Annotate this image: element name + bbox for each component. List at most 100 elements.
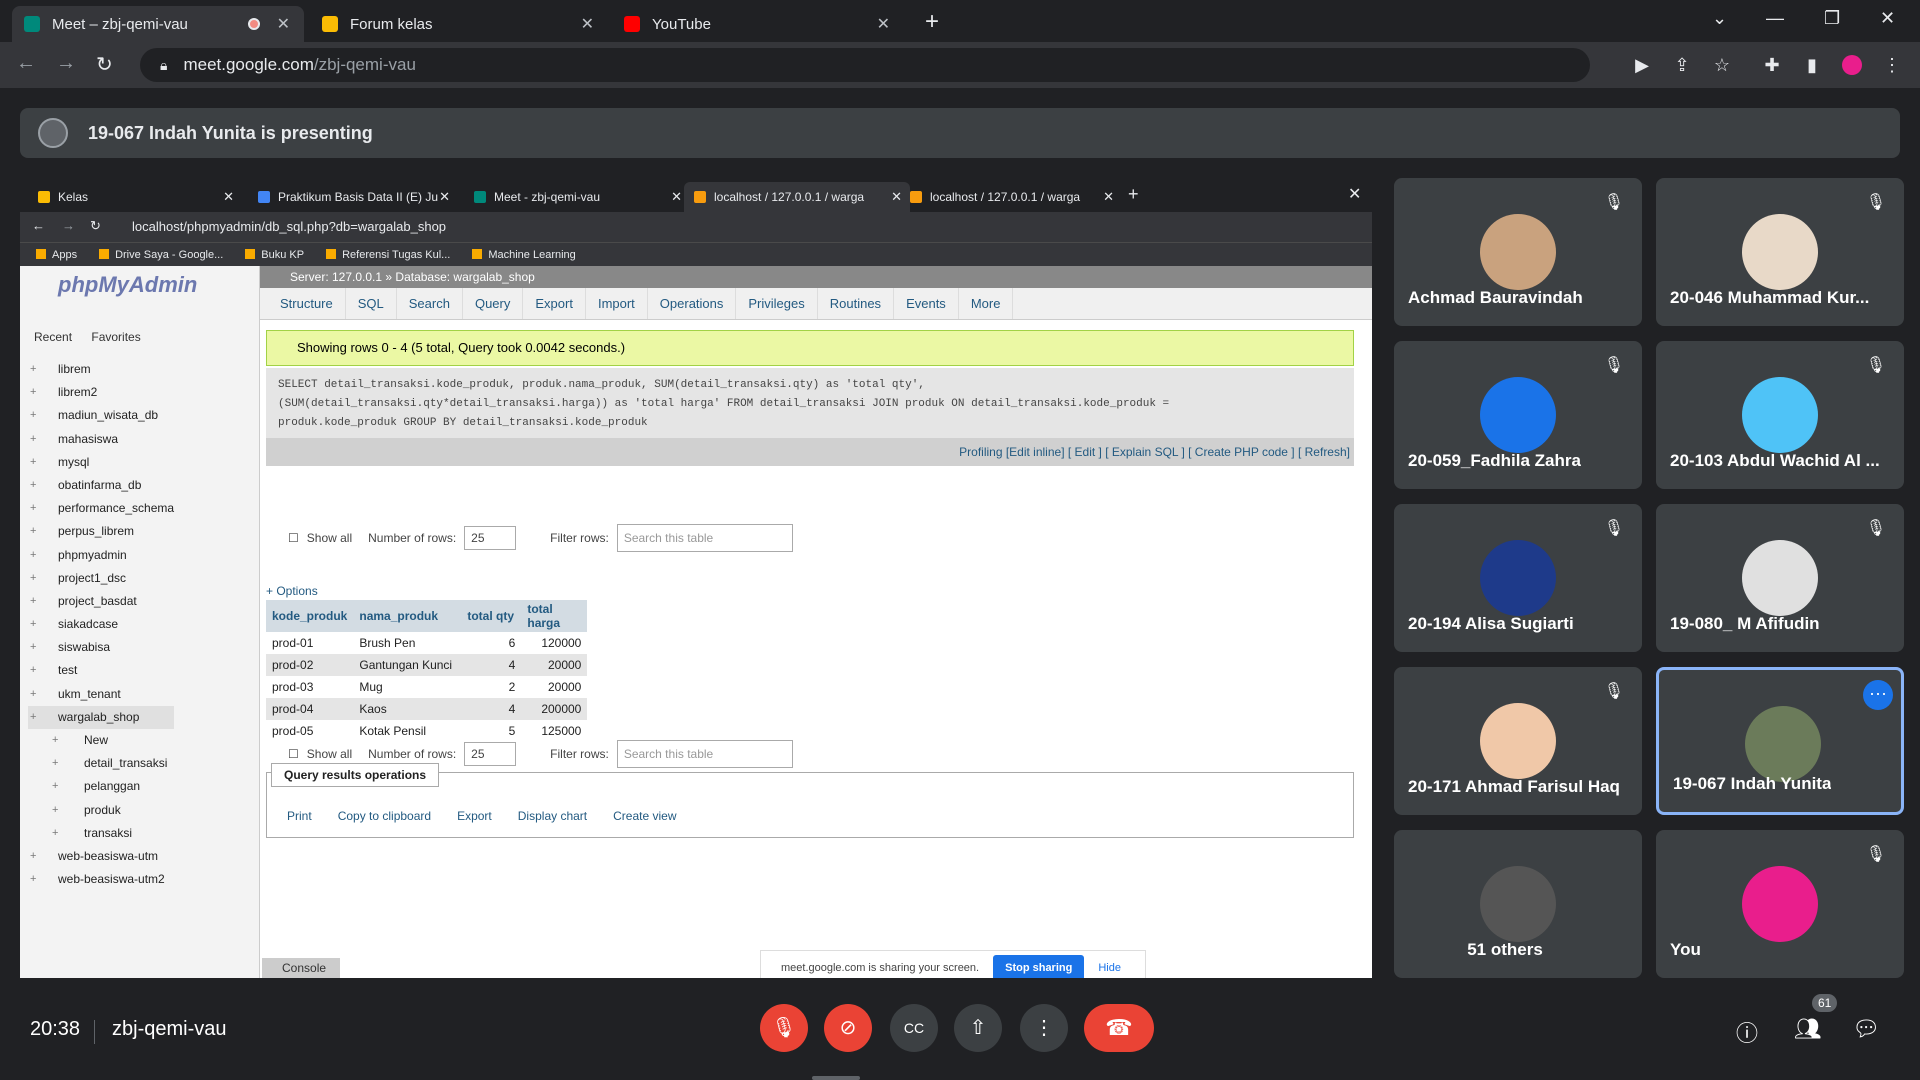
participant-tile[interactable]: 20-171 Ahmad Farisul Haq 🎙︎ bbox=[1394, 667, 1642, 815]
participant-tile[interactable]: 20-103 Abdul Wachid Al ... 🎙︎ bbox=[1656, 341, 1904, 489]
breadcrumb: Server: 127.0.0.1 » Database: wargalab_s… bbox=[260, 266, 1372, 288]
presenting-text: 19-067 Indah Yunita is presenting bbox=[88, 122, 373, 143]
captions-button[interactable]: CC bbox=[890, 1004, 938, 1052]
shared-addressbar: ← → ↻ localhost/phpmyadmin/db_sql.php?db… bbox=[20, 212, 1372, 242]
present-button[interactable]: ⇧ bbox=[954, 1004, 1002, 1052]
table-header: kode_produk nama_produk total qty total har… bbox=[266, 600, 588, 632]
table-body: prod-01 Brush Pen 6 120000 prod-02 Gantungan … bbox=[266, 632, 588, 742]
table-cell: Brush Pen bbox=[359, 636, 416, 650]
table-cell: 2 bbox=[508, 680, 516, 694]
close-window-button[interactable]: ✕ bbox=[1880, 8, 1895, 29]
participant-tile[interactable]: Achmad Bauravindah 🎙︎ bbox=[1394, 178, 1642, 326]
sidepanel-icon[interactable]: ▮ bbox=[1802, 55, 1822, 75]
avatar bbox=[1480, 540, 1556, 616]
table-cell: 5 bbox=[508, 724, 516, 738]
mic-off-button[interactable]: 🎙︎ bbox=[760, 1004, 808, 1052]
back-icon[interactable]: ← bbox=[16, 52, 36, 75]
people-icon[interactable]: 👥︎ bbox=[1794, 1016, 1822, 1042]
close-icon: ✕ bbox=[1103, 189, 1114, 204]
recent-tab: Recent bbox=[34, 330, 73, 344]
table-row: prod-05 Kotak Pensil 5 125000 bbox=[266, 720, 587, 742]
participant-tile[interactable]: 19-067 Indah Yunita ··· bbox=[1656, 667, 1904, 815]
info-icon[interactable]: ⓘ bbox=[1736, 1016, 1758, 1048]
maximize-button[interactable]: ❐ bbox=[1824, 8, 1840, 29]
query-results-operations: Query results operations Print Copy to c… bbox=[266, 763, 1354, 838]
row-controls-top: ☐ Show all Number of rows: 25 Filter row… bbox=[288, 524, 793, 552]
filter-label: Filter rows: bbox=[550, 747, 609, 761]
qro-title: Query results operations bbox=[271, 763, 440, 787]
leave-call-button[interactable]: ☎ bbox=[1084, 1004, 1154, 1052]
menu-tab: Search bbox=[397, 288, 463, 319]
hide-button: Hide bbox=[1098, 962, 1121, 974]
tab-youtube[interactable]: YouTube ✕ bbox=[612, 6, 904, 42]
db-item: web-beasiswa-utm2 bbox=[28, 868, 174, 891]
table-cell: 6 bbox=[508, 636, 516, 650]
classroom-favicon-icon bbox=[322, 16, 338, 32]
tab-meet[interactable]: Meet – zbj-qemi-vau ✕ bbox=[12, 6, 304, 42]
participant-name: 20-194 Alisa Sugiarti bbox=[1408, 614, 1574, 633]
participant-tile[interactable]: 20-194 Alisa Sugiarti 🎙︎ bbox=[1394, 504, 1642, 652]
participant-name: 19-080_ M Afifudin bbox=[1670, 614, 1820, 633]
avatar bbox=[1480, 377, 1556, 453]
participant-name: You bbox=[1670, 940, 1701, 959]
participant-name: 51 others bbox=[1467, 940, 1543, 959]
db-item: performance_schema bbox=[28, 497, 174, 520]
tab-label: Meet – zbj-qemi-vau bbox=[52, 15, 188, 33]
table-item: detail_transaksi bbox=[28, 752, 174, 775]
bookmark: Machine Learning bbox=[472, 249, 575, 261]
reload-icon: ↻ bbox=[90, 218, 101, 233]
new-tab-button[interactable]: + bbox=[925, 8, 939, 36]
success-message: Showing rows 0 - 4 (5 total, Query took … bbox=[266, 330, 1354, 366]
database-tree: libremlibrem2madiun_wisata_dbmahasiswamy… bbox=[28, 358, 175, 892]
participant-name: 20-046 Muhammad Kur... bbox=[1670, 288, 1870, 307]
participant-tile[interactable]: You 🎙︎ bbox=[1656, 830, 1904, 978]
phpmyadmin-page: phpMyAdmin Recent Favorites libremlibrem… bbox=[20, 266, 1372, 978]
extensions-icon[interactable]: ✚ bbox=[1762, 55, 1782, 75]
mic-muted-icon: 🎙︎ bbox=[1865, 194, 1886, 211]
profile-avatar[interactable] bbox=[1842, 55, 1862, 75]
more-options-icon[interactable]: ··· bbox=[1863, 680, 1893, 710]
sql-line: SELECT detail_transaksi.kode_produk, pro… bbox=[278, 379, 925, 391]
num-rows-label: Number of rows: bbox=[368, 747, 457, 761]
url-path: /zbj-qemi-vau bbox=[313, 55, 416, 74]
menu-tab: More bbox=[959, 288, 1014, 319]
forward-icon[interactable]: → bbox=[56, 52, 76, 75]
participant-name: 20-103 Abdul Wachid Al ... bbox=[1670, 451, 1880, 470]
table-cell: 125000 bbox=[541, 724, 582, 738]
close-icon[interactable]: ✕ bbox=[581, 14, 594, 34]
camera-icon[interactable]: ▶ bbox=[1632, 55, 1652, 75]
more-options-button[interactable]: ⋮ bbox=[1020, 1004, 1068, 1052]
table-cell: 4 bbox=[461, 698, 522, 720]
mic-muted-icon: 🎙︎ bbox=[1603, 194, 1624, 211]
youtube-favicon-icon bbox=[624, 16, 640, 32]
minimize-button[interactable]: — bbox=[1766, 8, 1784, 29]
participant-tile[interactable]: 20-046 Muhammad Kur... 🎙︎ bbox=[1656, 178, 1904, 326]
back-icon: ← bbox=[32, 218, 45, 233]
new-tab-icon: + bbox=[1128, 184, 1139, 204]
share-icon[interactable]: ⇪ bbox=[1672, 55, 1692, 75]
participant-tile[interactable]: 51 others bbox=[1394, 830, 1642, 978]
close-icon[interactable]: ✕ bbox=[877, 14, 890, 34]
recent-favorites: Recent Favorites bbox=[34, 330, 141, 344]
mic-muted-icon: 🎙︎ bbox=[1603, 520, 1624, 537]
recording-icon bbox=[248, 18, 260, 30]
menu-icon[interactable]: ⋮ bbox=[1882, 55, 1902, 75]
chat-icon[interactable]: 💬︎ bbox=[1852, 1016, 1880, 1042]
bookmark: Apps bbox=[36, 249, 77, 261]
table-cell: 20000 bbox=[521, 654, 588, 676]
close-icon: ✕ bbox=[439, 189, 450, 204]
star-icon[interactable]: ☆ bbox=[1712, 55, 1732, 75]
close-icon[interactable]: ✕ bbox=[277, 14, 290, 34]
camera-off-button[interactable]: ⊘ bbox=[824, 1004, 872, 1052]
participant-tile[interactable]: 20-059_Fadhila Zahra 🎙︎ bbox=[1394, 341, 1642, 489]
db-item: ukm_tenant bbox=[28, 683, 174, 706]
url-bar[interactable]: 🔒︎ meet.google.com/zbj-qemi-vau bbox=[140, 48, 1590, 82]
reload-icon[interactable]: ↻ bbox=[96, 52, 113, 77]
tab-search-chevron-icon[interactable]: ⌄ bbox=[1712, 8, 1727, 29]
doc-favicon-icon bbox=[258, 191, 270, 203]
participant-tile[interactable]: 19-080_ M Afifudin 🎙︎ bbox=[1656, 504, 1904, 652]
sql-line: (SUM(detail_transaksi.qty*detail_transak… bbox=[278, 398, 1170, 410]
tab-forum-kelas[interactable]: Forum kelas ✕ bbox=[310, 6, 608, 42]
avatar bbox=[1742, 540, 1818, 616]
avatar bbox=[1742, 214, 1818, 290]
